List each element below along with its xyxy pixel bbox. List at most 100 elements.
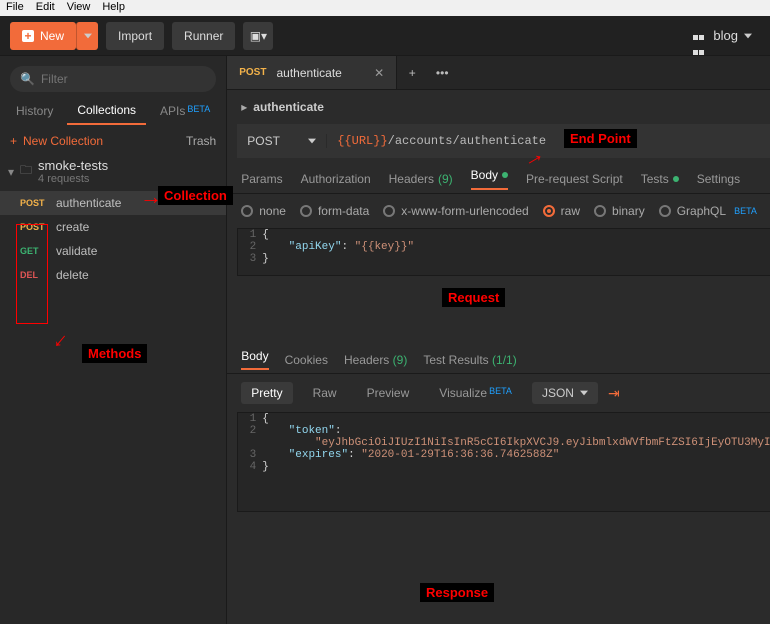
chevron-right-icon: ▸ — [241, 100, 247, 114]
filter-input[interactable] — [41, 72, 206, 86]
radio-graphql-label: GraphQL — [677, 204, 726, 218]
code-text: "token" — [289, 425, 335, 437]
chevron-down-icon: ▾ — [8, 165, 14, 179]
radio-none-label: none — [259, 204, 286, 218]
code-text: } — [262, 461, 269, 473]
tab-history[interactable]: History — [6, 98, 63, 124]
new-button-label: New — [40, 29, 64, 43]
code-text: { — [262, 229, 269, 241]
code-text: : — [335, 425, 342, 437]
new-collection-button[interactable]: + New Collection — [10, 134, 103, 148]
view-visualize-label: Visualize — [439, 386, 487, 400]
radio-formdata[interactable]: form-data — [300, 204, 369, 218]
menu-file[interactable]: File — [6, 1, 24, 15]
breadcrumb-text: authenticate — [253, 100, 324, 114]
code-text: } — [262, 253, 269, 265]
request-item[interactable]: POST create — [0, 215, 226, 239]
radio-raw[interactable]: raw — [543, 204, 580, 218]
radio-urlencoded[interactable]: x-www-form-urlencoded — [383, 204, 528, 218]
tab-params[interactable]: Params — [241, 172, 282, 186]
request-item[interactable]: DEL delete — [0, 263, 226, 287]
tab-options-button[interactable]: ••• — [427, 56, 457, 89]
request-name: authenticate — [56, 196, 121, 210]
new-tab-button[interactable]: + — [397, 56, 427, 89]
url-input[interactable]: {{URL}}/accounts/authenticate — [327, 134, 770, 148]
trash-link[interactable]: Trash — [186, 134, 216, 148]
tab-settings[interactable]: Settings — [697, 172, 740, 186]
capture-icon: ▣▾ — [250, 29, 267, 43]
tab-tests[interactable]: Tests — [641, 172, 679, 186]
tab-authorization[interactable]: Authorization — [301, 172, 371, 186]
radio-none[interactable]: none — [241, 204, 286, 218]
radio-binary-label: binary — [612, 204, 645, 218]
resp-tab-testresults[interactable]: Test Results (1/1) — [423, 353, 516, 367]
resp-tab-headers-count: (9) — [393, 353, 408, 367]
radio-graphql[interactable]: GraphQLBETA — [659, 204, 757, 218]
code-text: "eyJhbGciOiJIUzI1NiIsInR5cCI6IkpXVCJ9.ey… — [315, 437, 770, 449]
method-badge: GET — [20, 246, 48, 256]
resp-tab-testresults-label: Test Results — [423, 353, 488, 367]
wrap-lines-icon[interactable]: ⇥ — [608, 385, 620, 402]
import-button[interactable]: Import — [106, 22, 164, 50]
view-pretty[interactable]: Pretty — [241, 382, 292, 404]
tab-headers[interactable]: Headers (9) — [389, 172, 453, 186]
request-name: delete — [56, 268, 89, 282]
tab-collections[interactable]: Collections — [67, 97, 146, 125]
runner-button[interactable]: Runner — [172, 22, 235, 50]
close-icon[interactable]: ✕ — [374, 66, 384, 80]
method-badge: POST — [20, 222, 48, 232]
tab-tests-label: Tests — [641, 172, 669, 186]
request-line: POST {{URL}}/accounts/authenticate — [237, 124, 770, 158]
response-format-label: JSON — [542, 386, 574, 400]
response-body-viewer[interactable]: 1{ 2 "token": "eyJhbGciOiJIUzI1NiIsInR5c… — [237, 412, 770, 512]
menu-help[interactable]: Help — [102, 1, 125, 15]
resp-tab-cookies[interactable]: Cookies — [285, 353, 328, 367]
workspace-selector[interactable]: blog — [685, 28, 760, 43]
tab-apis-label: APIs — [160, 104, 185, 118]
request-item[interactable]: POST authenticate — [0, 191, 226, 215]
grid-icon — [693, 29, 707, 43]
chevron-down-icon — [84, 32, 92, 40]
filter-input-wrap[interactable]: 🔍 — [10, 66, 216, 92]
menu-view[interactable]: View — [67, 1, 91, 15]
method-dropdown[interactable]: POST — [237, 134, 327, 148]
content-area: POST authenticate ✕ + ••• ▸ authenticate… — [227, 56, 770, 624]
capture-button[interactable]: ▣▾ — [243, 22, 273, 50]
new-dropdown[interactable] — [76, 22, 98, 50]
menu-edit[interactable]: Edit — [36, 1, 55, 15]
request-name: create — [56, 220, 89, 234]
tab-apis[interactable]: APIsBETA — [150, 98, 220, 124]
tab-method: POST — [239, 67, 266, 78]
tab-headers-label: Headers — [389, 172, 434, 186]
request-sub-tabs: Params Authorization Headers (9) Body Pr… — [227, 164, 770, 194]
view-raw[interactable]: Raw — [303, 382, 347, 404]
body-type-options: none form-data x-www-form-urlencoded raw… — [227, 194, 770, 228]
request-item[interactable]: GETvalidate — [0, 239, 226, 263]
collection-count: 4 requests — [38, 173, 108, 185]
response-format-dropdown[interactable]: JSON — [532, 382, 598, 404]
tab-prerequest[interactable]: Pre-request Script — [526, 172, 623, 186]
method-badge: POST — [20, 198, 48, 208]
code-text: : — [341, 241, 354, 253]
method-badge: DEL — [20, 270, 48, 280]
chevron-down-icon — [308, 137, 316, 145]
tab-title: authenticate — [276, 66, 341, 80]
tab-body[interactable]: Body — [471, 168, 508, 190]
collection-name: smoke-tests — [38, 158, 108, 173]
resp-tab-headers[interactable]: Headers (9) — [344, 353, 407, 367]
radio-urlenc-label: x-www-form-urlencoded — [401, 204, 528, 218]
request-tab[interactable]: POST authenticate ✕ — [227, 56, 397, 89]
collection-row[interactable]: ▾ 🗀 smoke-tests 4 requests — [0, 152, 226, 191]
url-variable: {{URL}} — [337, 134, 387, 148]
resp-tab-body[interactable]: Body — [241, 349, 268, 370]
code-text: "expires" — [289, 449, 348, 461]
top-toolbar: + New Import Runner ▣▾ blog — [0, 16, 770, 56]
resp-tab-testresults-count: (1/1) — [492, 353, 517, 367]
view-preview[interactable]: Preview — [357, 382, 420, 404]
new-button[interactable]: + New — [10, 22, 76, 50]
radio-raw-label: raw — [561, 204, 580, 218]
request-body-editor[interactable]: 1{ 2 "apiKey": "{{key}}" 3} — [237, 228, 770, 276]
radio-binary[interactable]: binary — [594, 204, 645, 218]
tests-active-dot-icon — [673, 176, 679, 182]
view-visualize[interactable]: VisualizeBETA — [429, 382, 522, 404]
